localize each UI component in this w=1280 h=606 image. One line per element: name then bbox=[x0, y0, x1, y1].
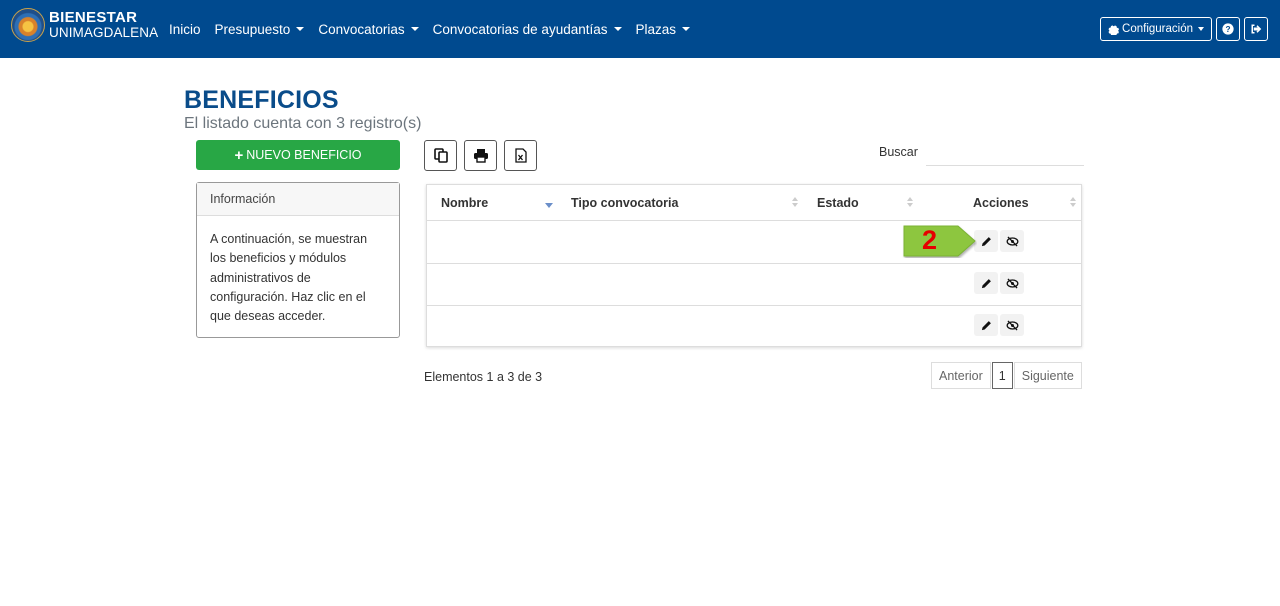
sort-icon bbox=[792, 197, 800, 209]
plus-icon: + bbox=[234, 146, 244, 164]
university-logo-icon bbox=[11, 8, 45, 42]
edit-icon bbox=[981, 236, 991, 246]
next-page-button[interactable]: Siguiente bbox=[1013, 362, 1082, 389]
column-header-tipo-convocatoria[interactable]: Tipo convocatoria bbox=[571, 196, 678, 210]
edit-icon bbox=[981, 278, 991, 288]
nav-item-convocatorias[interactable]: Convocatorias bbox=[318, 22, 419, 37]
help-button[interactable]: ? bbox=[1216, 17, 1240, 41]
column-header-nombre[interactable]: Nombre bbox=[441, 196, 488, 210]
copy-button[interactable] bbox=[424, 140, 457, 171]
search-input[interactable] bbox=[926, 140, 1084, 166]
previous-page-button[interactable]: Anterior bbox=[931, 362, 991, 389]
column-header-estado[interactable]: Estado bbox=[817, 196, 859, 210]
edit-icon bbox=[981, 320, 991, 330]
sign-out-icon bbox=[1251, 24, 1262, 34]
copy-icon bbox=[433, 148, 448, 163]
caret-down-icon bbox=[296, 27, 305, 31]
logout-button[interactable] bbox=[1244, 17, 1268, 41]
main-nav: Inicio Presupuesto Convocatorias Convoca… bbox=[169, 0, 704, 58]
table-row bbox=[427, 264, 1081, 306]
sort-icon bbox=[1070, 197, 1078, 209]
nav-item-convocatorias-ayudantias[interactable]: Convocatorias de ayudantías bbox=[433, 22, 622, 37]
search-label: Buscar bbox=[879, 145, 918, 159]
records-count: Elementos 1 a 3 de 3 bbox=[424, 370, 543, 384]
table-row bbox=[427, 222, 1081, 264]
sort-desc-icon bbox=[545, 203, 553, 208]
excel-icon bbox=[514, 148, 527, 163]
excel-export-button[interactable] bbox=[504, 140, 537, 171]
info-card-body: A continuación, se muestran los benefici… bbox=[210, 232, 368, 324]
info-card: Información A continuación, se muestran … bbox=[196, 182, 400, 338]
hide-icon bbox=[1006, 319, 1018, 331]
step-number: 2 bbox=[922, 225, 938, 255]
hide-button[interactable] bbox=[1000, 272, 1024, 294]
hide-icon bbox=[1006, 235, 1018, 247]
page-title: BENEFICIOS bbox=[184, 86, 339, 114]
gear-icon bbox=[1108, 24, 1120, 35]
edit-button[interactable] bbox=[974, 272, 998, 294]
hide-button[interactable] bbox=[1000, 314, 1024, 336]
new-benefit-button[interactable]: + NUEVO BENEFICIO bbox=[196, 140, 400, 170]
caret-down-icon bbox=[410, 27, 419, 31]
page-subtitle: El listado cuenta con 3 registro(s) bbox=[184, 115, 422, 132]
top-navbar: BIENESTAR UNIMAGDALENA Inicio Presupuest… bbox=[0, 0, 1280, 58]
edit-button[interactable] bbox=[974, 230, 998, 252]
edit-button[interactable] bbox=[974, 314, 998, 336]
print-button[interactable] bbox=[464, 140, 497, 171]
caret-down-icon bbox=[613, 27, 622, 31]
table-header: Nombre Tipo convocatoria Estado Acciones bbox=[427, 185, 1081, 221]
brand-line-1: BIENESTAR bbox=[49, 9, 138, 26]
step-annotation: 2 bbox=[902, 224, 977, 258]
svg-text:?: ? bbox=[1225, 25, 1230, 34]
hide-button[interactable] bbox=[1000, 230, 1024, 252]
caret-down-icon bbox=[1198, 27, 1204, 31]
table-row bbox=[427, 306, 1081, 348]
pagination: Anterior 1 Siguiente bbox=[931, 362, 1082, 389]
brand-line-2: UNIMAGDALENA bbox=[49, 25, 159, 40]
nav-item-plazas[interactable]: Plazas bbox=[636, 22, 691, 37]
print-icon bbox=[473, 149, 488, 163]
caret-down-icon bbox=[682, 27, 691, 31]
info-card-header: Información bbox=[197, 183, 399, 216]
brand[interactable]: BIENESTAR UNIMAGDALENA bbox=[11, 8, 158, 42]
nav-item-presupuesto[interactable]: Presupuesto bbox=[215, 22, 305, 37]
nav-item-inicio[interactable]: Inicio bbox=[169, 22, 201, 37]
hide-icon bbox=[1006, 277, 1018, 289]
column-header-acciones[interactable]: Acciones bbox=[973, 196, 1029, 210]
benefits-table: Nombre Tipo convocatoria Estado Acciones bbox=[426, 184, 1082, 347]
sort-icon bbox=[907, 197, 915, 209]
page-1-button[interactable]: 1 bbox=[991, 362, 1013, 389]
configuracion-dropdown-button[interactable]: Configuración bbox=[1100, 17, 1212, 41]
question-circle-icon: ? bbox=[1222, 23, 1234, 35]
